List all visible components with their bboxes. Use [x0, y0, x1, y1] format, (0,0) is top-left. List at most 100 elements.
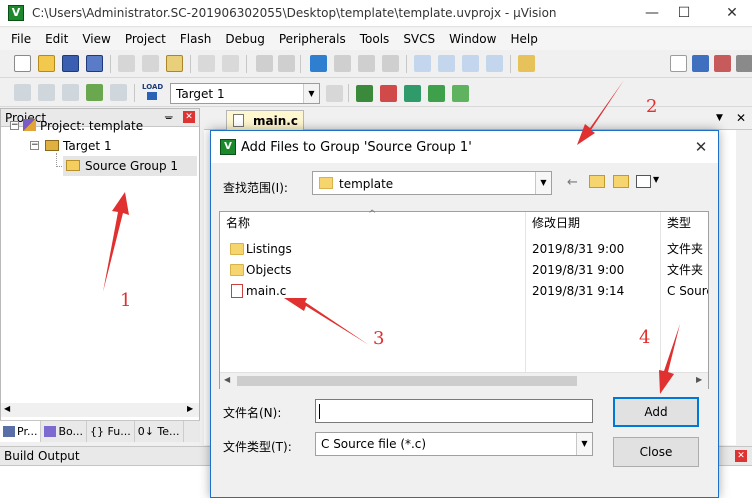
list-item[interactable]: Objects 2019/8/31 9:00 文件夹	[220, 260, 708, 281]
paste-icon[interactable]	[166, 55, 183, 72]
open-folder-icon[interactable]	[38, 55, 55, 72]
bookmark-flag-icon[interactable]	[310, 55, 327, 72]
select-packs-icon[interactable]	[404, 85, 421, 102]
tab-list-chevron-icon[interactable]: ▼	[716, 113, 723, 123]
software-packs-icon[interactable]	[452, 85, 469, 102]
find-in-files-icon[interactable]	[518, 55, 535, 72]
uncomment-icon[interactable]	[486, 55, 503, 72]
editor-vscroll[interactable]	[736, 130, 752, 445]
cut-icon[interactable]	[118, 55, 135, 72]
tab-functions[interactable]: {} Fu...	[87, 421, 135, 442]
view-menu-chevron-icon[interactable]: ▼	[653, 175, 659, 184]
look-in-combo[interactable]: template ▼	[312, 171, 552, 195]
scroll-left-icon[interactable]: ◀	[224, 375, 230, 384]
menu-peripherals[interactable]: Peripherals	[272, 28, 353, 50]
tree-item-project[interactable]: − Project: template	[10, 116, 143, 136]
dialog-close-button[interactable]: ✕	[689, 137, 713, 157]
undo-icon[interactable]	[198, 55, 215, 72]
copy-icon[interactable]	[142, 55, 159, 72]
menu-flash[interactable]: Flash	[173, 28, 218, 50]
tab-books[interactable]: Bo...	[41, 421, 88, 442]
debug-session-icon[interactable]	[692, 55, 709, 72]
tree-connector	[56, 153, 57, 167]
new-folder-icon[interactable]	[613, 175, 629, 188]
collapse-target-icon[interactable]: −	[30, 141, 39, 150]
target-options-icon[interactable]	[326, 85, 343, 102]
translate-icon[interactable]	[14, 84, 31, 101]
filetype-combo[interactable]: C Source file (*.c) ▼	[315, 432, 593, 456]
menu-svcs[interactable]: SVCS	[396, 28, 442, 50]
list-item[interactable]: main.c 2019/8/31 9:14 C Sourc	[220, 281, 708, 302]
pack-installer-icon[interactable]	[428, 85, 445, 102]
project-hscroll[interactable]: ◀ ▶	[1, 403, 199, 417]
menu-tools[interactable]: Tools	[353, 28, 397, 50]
up-folder-icon[interactable]	[589, 175, 605, 188]
filename-input[interactable]	[315, 399, 593, 423]
save-all-icon[interactable]	[86, 55, 103, 72]
file-list-hscroll[interactable]: ◀ ▶	[220, 372, 708, 389]
c-source-file-icon	[231, 284, 243, 298]
tab-project[interactable]: Pr...	[0, 421, 42, 442]
forward-arrow-icon[interactable]	[278, 55, 295, 72]
bookmark-next-icon[interactable]	[358, 55, 375, 72]
editor-tab-main-c[interactable]: main.c	[226, 110, 304, 130]
stop-build-icon[interactable]	[110, 84, 127, 101]
close-build-output-button[interactable]: ✕	[735, 450, 747, 462]
back-icon[interactable]: ←	[567, 175, 578, 190]
unindent-icon[interactable]	[438, 55, 455, 72]
collapse-root-icon[interactable]: −	[10, 121, 19, 130]
add-button[interactable]: Add	[613, 397, 699, 427]
column-type[interactable]: 类型	[667, 212, 691, 235]
menu-window[interactable]: Window	[442, 28, 503, 50]
manage-rte-icon[interactable]	[380, 85, 397, 102]
close-button[interactable]: Close	[613, 437, 699, 467]
window-options-icon[interactable]	[736, 55, 752, 72]
build-icon[interactable]	[38, 84, 55, 101]
configure-icon[interactable]	[714, 55, 731, 72]
bookmark-clear-icon[interactable]	[382, 55, 399, 72]
group-folder-icon	[66, 160, 80, 171]
column-name[interactable]: 名称	[226, 212, 250, 235]
column-date[interactable]: 修改日期	[532, 212, 580, 235]
tree-item-target[interactable]: − Target 1	[30, 136, 112, 156]
target-select[interactable]: Target 1 ▼	[170, 83, 320, 104]
tab-templates[interactable]: 0↓ Te...	[135, 421, 184, 442]
save-icon[interactable]	[62, 55, 79, 72]
rebuild-icon[interactable]	[62, 84, 79, 101]
menu-file[interactable]: File	[4, 28, 38, 50]
toolbar-separator	[134, 84, 135, 102]
pin-icon[interactable]: ᚚ	[165, 110, 173, 123]
menu-help[interactable]: Help	[503, 28, 544, 50]
file-name: main.c	[246, 284, 287, 298]
close-pane-button[interactable]: ✕	[183, 111, 195, 123]
file-list[interactable]: ^ 名称 修改日期 类型 Listings 2019/8/31 9:00 文件夹…	[219, 209, 709, 389]
new-file-icon[interactable]	[14, 55, 31, 72]
back-arrow-icon[interactable]	[256, 55, 273, 72]
indent-icon[interactable]	[414, 55, 431, 72]
comment-icon[interactable]	[462, 55, 479, 72]
find-dropdown-icon[interactable]	[670, 55, 687, 72]
tree-item-source-group[interactable]: Source Group 1	[63, 156, 197, 176]
close-window-button[interactable]: ✕	[712, 0, 752, 27]
project-pane: Project ᚚ ✕ − Project: template − Projec…	[0, 108, 200, 442]
scroll-left-icon[interactable]: ◀	[4, 404, 10, 413]
filetype-value: C Source file (*.c)	[321, 437, 427, 451]
filename-label: 文件名(N):	[223, 406, 282, 420]
batch-build-icon[interactable]	[86, 84, 103, 101]
menu-view[interactable]: View	[75, 28, 117, 50]
scroll-thumb[interactable]	[237, 376, 577, 386]
scroll-right-icon[interactable]: ▶	[696, 375, 702, 384]
manage-project-items-icon[interactable]	[356, 85, 373, 102]
redo-icon[interactable]	[222, 55, 239, 72]
bookmark-prev-icon[interactable]	[334, 55, 351, 72]
menu-debug[interactable]: Debug	[218, 28, 271, 50]
load-download-icon[interactable]: LOAD	[142, 82, 164, 103]
load-label: LOAD	[142, 83, 164, 91]
view-menu-icon[interactable]	[636, 175, 651, 188]
menu-edit[interactable]: Edit	[38, 28, 75, 50]
maximize-button[interactable]: ☐	[664, 0, 704, 27]
scroll-right-icon[interactable]: ▶	[187, 404, 193, 413]
menu-project[interactable]: Project	[118, 28, 173, 50]
close-tab-icon[interactable]: ✕	[736, 111, 746, 125]
list-item[interactable]: Listings 2019/8/31 9:00 文件夹	[220, 239, 708, 260]
